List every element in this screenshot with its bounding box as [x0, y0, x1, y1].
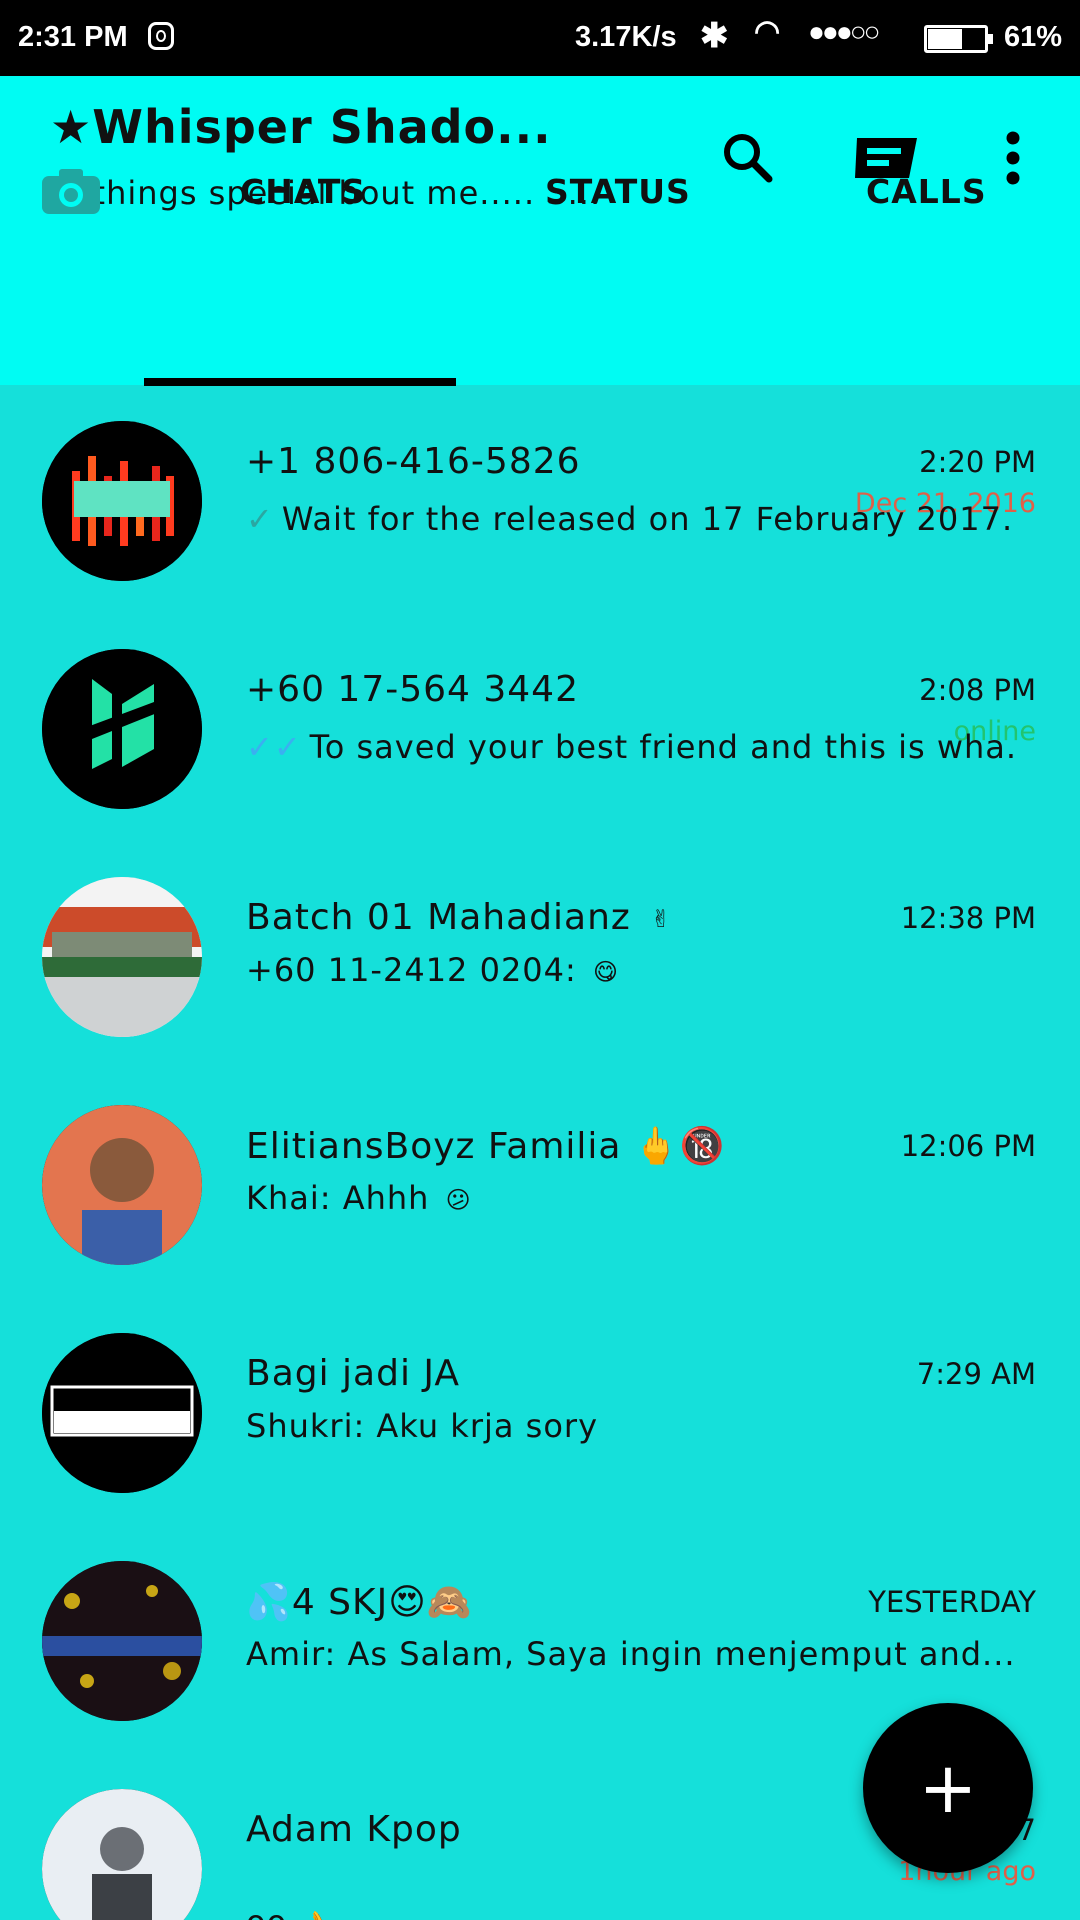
- chat-preview-text: oo: [246, 1903, 287, 1920]
- sent-tick-icon: ✓: [246, 500, 274, 538]
- status-bar: 2:31 PM 3.17K/s ✱ ◠ ●●●○○ 61%: [0, 0, 1080, 76]
- victory-hand-emoji: ✌: [650, 905, 672, 933]
- plus-icon: +: [918, 1747, 978, 1829]
- name-emojis: 😍🙈: [388, 1582, 473, 1623]
- tab-chats[interactable]: CHATS: [240, 172, 366, 211]
- tab-status[interactable]: STATUS: [545, 172, 691, 211]
- chat-time: 2:08 PM: [919, 673, 1036, 707]
- chat-time: YESTERDAY: [868, 1585, 1036, 1619]
- chat-time: 7:29 AM: [916, 1357, 1036, 1391]
- chat-preview: Shukri: Aku krja sory: [246, 1407, 1016, 1445]
- chat-preview-text: Amir: As Salam, Saya ingin menjemput and…: [246, 1635, 1016, 1673]
- ok-hand-emoji: 👌: [298, 1906, 334, 1920]
- chat-name: ElitiansBoyz Familia 🖕🔞: [246, 1125, 726, 1167]
- profile-name[interactable]: ★Whisper Shado...: [50, 100, 552, 154]
- chat-name: 💦4 SKJ😍🙈: [246, 1581, 473, 1623]
- chat-row[interactable]: +1 806-416-5826 2:20 PM Dec 21, 2016 ✓ Wa…: [0, 385, 1080, 613]
- chat-preview: +60 11-2412 0204: 😋: [246, 951, 1016, 990]
- yum-emoji: 😋: [592, 958, 619, 986]
- chat-preview: oo 👌: [246, 1903, 1016, 1920]
- chat-row[interactable]: ElitiansBoyz Familia 🖕🔞 12:06 PM Khai: A…: [0, 1069, 1080, 1297]
- chat-preview-text: Shukri: Aku krja sory: [246, 1407, 598, 1445]
- chat-time: 12:38 PM: [900, 901, 1036, 935]
- chat-name: Adam Kpop: [246, 1809, 462, 1850]
- chat-name-text: Batch 01 Mahadianz: [246, 897, 631, 938]
- chat-name: +60 17-564 3442: [246, 669, 579, 710]
- chat-preview: ✓✓ To saved your best friend and this is …: [246, 728, 1016, 766]
- camera-tab[interactable]: [40, 166, 102, 216]
- tab-calls[interactable]: CALLS: [866, 172, 987, 211]
- battery-percent: 61%: [1004, 21, 1063, 53]
- read-ticks-icon: ✓✓: [246, 728, 302, 766]
- search-icon: [724, 134, 773, 183]
- network-speed: 3.17K/s: [575, 21, 677, 53]
- name-emojis: 🖕🔞: [633, 1126, 726, 1167]
- chat-name-text: ElitiansBoyz Familia: [246, 1126, 622, 1167]
- avatar[interactable]: [42, 1333, 202, 1493]
- chat-row[interactable]: +60 17-564 3442 2:08 PM online ✓✓ To save…: [0, 613, 1080, 841]
- chat-preview-text: Khai: Ahhh: [246, 1179, 430, 1217]
- chat-name: Bagi jadi JA: [246, 1353, 461, 1394]
- more-options-button[interactable]: [990, 120, 1036, 196]
- avatar[interactable]: [42, 1789, 202, 1920]
- signal-strength-icon: ●●●○○: [808, 16, 881, 47]
- chat-preview-text: +60 11-2412 0204:: [246, 951, 577, 989]
- chat-preview-text: Wait for the released on 17 February 201…: [281, 500, 1016, 538]
- chat-row[interactable]: Bagi jadi JA 7:29 AM Shukri: Aku krja so…: [0, 1297, 1080, 1525]
- chat-list[interactable]: +1 806-416-5826 2:20 PM Dec 21, 2016 ✓ Wa…: [0, 385, 1080, 1920]
- confused-emoji: 😕: [445, 1186, 472, 1214]
- chat-row[interactable]: Batch 01 Mahadianz ✌ 12:38 PM +60 11-241…: [0, 841, 1080, 1069]
- avatar[interactable]: [42, 421, 202, 581]
- camera-icon: [42, 169, 100, 214]
- chat-name: +1 806-416-5826: [246, 441, 581, 482]
- status-time: 2:31 PM: [18, 21, 128, 53]
- bluetooth-icon: ✱: [700, 17, 729, 55]
- chat-name-text: 4 SKJ: [291, 1582, 389, 1623]
- avatar[interactable]: [42, 649, 202, 809]
- droplets-emoji: 💦: [246, 1582, 292, 1623]
- notification-icon: [148, 22, 174, 50]
- chat-name: Batch 01 Mahadianz ✌: [246, 897, 679, 938]
- app-bar: ★Whisper Shado... Nothings special bout …: [0, 76, 1080, 386]
- chat-preview: ✓ Wait for the released on 17 February 20…: [246, 500, 1016, 538]
- search-button[interactable]: [712, 122, 782, 192]
- avatar[interactable]: [42, 877, 202, 1037]
- chat-preview: Amir: As Salam, Saya ingin menjemput and…: [246, 1635, 1016, 1673]
- battery-icon: [924, 25, 993, 53]
- avatar[interactable]: [42, 1561, 202, 1721]
- new-message-fab[interactable]: +: [863, 1703, 1033, 1873]
- chat-preview-text: To saved your best friend and this is wh…: [309, 728, 1016, 766]
- wifi-icon: ◠: [754, 15, 781, 48]
- avatar[interactable]: [42, 1105, 202, 1265]
- chat-preview: Khai: Ahhh 😕: [246, 1179, 1016, 1218]
- chat-time: 12:06 PM: [900, 1129, 1036, 1163]
- more-vert-icon: [1006, 131, 1020, 185]
- chat-time: 2:20 PM: [919, 445, 1036, 479]
